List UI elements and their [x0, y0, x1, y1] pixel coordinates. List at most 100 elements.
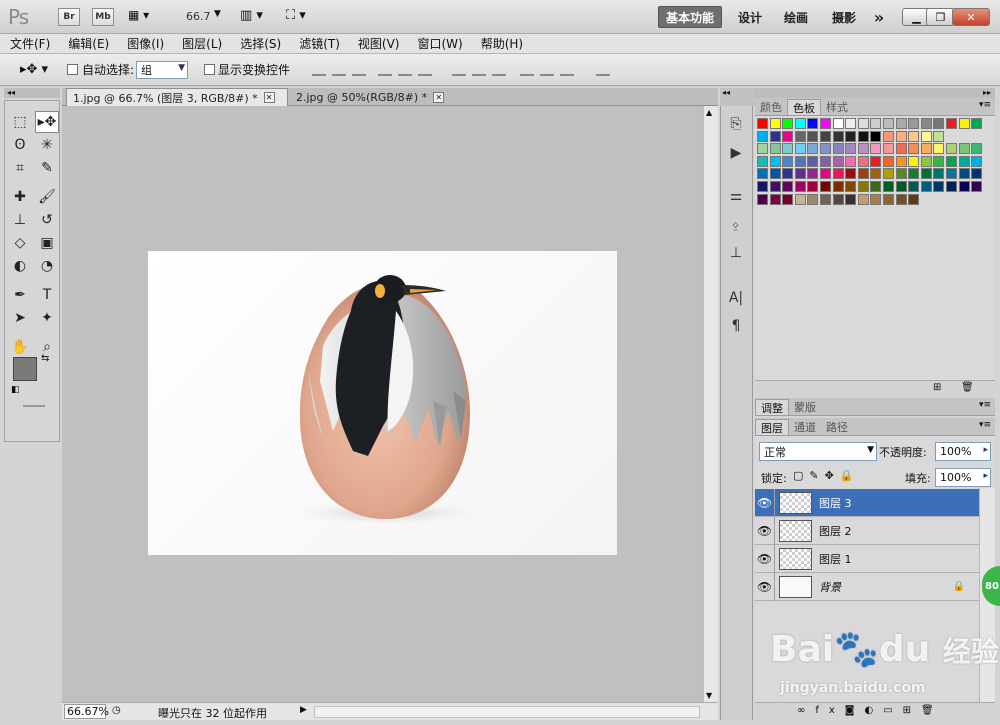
align-bottom-icon[interactable]: [352, 62, 366, 76]
color-swatch[interactable]: [933, 130, 945, 142]
color-swatch[interactable]: [971, 181, 983, 192]
color-swatch[interactable]: [883, 168, 894, 180]
color-swatch[interactable]: [832, 181, 844, 192]
status-info-icon[interactable]: ◷: [112, 705, 121, 716]
color-swatch[interactable]: [908, 193, 920, 205]
color-swatch[interactable]: [832, 168, 844, 180]
menu-select[interactable]: 选择(S): [232, 35, 289, 52]
brush-presets-icon[interactable]: ⚌: [725, 186, 747, 206]
color-swatch[interactable]: [971, 143, 983, 155]
color-swatch[interactable]: [920, 118, 932, 129]
menu-view[interactable]: 视图(V): [350, 35, 408, 52]
color-swatch[interactable]: [769, 118, 781, 129]
tab-adjustments[interactable]: 调整: [755, 399, 789, 415]
color-swatch[interactable]: [757, 143, 768, 155]
color-swatch[interactable]: [757, 181, 768, 192]
color-swatch[interactable]: [971, 168, 983, 180]
distribute-bottom-icon[interactable]: [492, 62, 506, 76]
restore-button[interactable]: ❐: [926, 8, 955, 26]
menu-layer[interactable]: 图层(L): [174, 35, 230, 52]
align-hcenter-icon[interactable]: [398, 62, 412, 76]
color-swatch[interactable]: [920, 130, 932, 142]
color-swatch[interactable]: [782, 193, 794, 205]
blur-tool-icon[interactable]: ◐: [8, 255, 32, 277]
color-swatch[interactable]: [895, 143, 907, 155]
canvas-horizontal-scrollbar[interactable]: [314, 706, 700, 718]
color-swatch[interactable]: [870, 130, 882, 142]
color-swatch[interactable]: [794, 193, 806, 205]
gradient-tool-icon[interactable]: ▣: [35, 232, 59, 254]
auto-select-dropdown[interactable]: 组 ▼: [136, 61, 188, 79]
tools-panel-header[interactable]: ◂◂: [4, 88, 60, 98]
color-swatch[interactable]: [883, 193, 894, 205]
align-right-icon[interactable]: [418, 62, 432, 76]
distribute-left-icon[interactable]: [520, 62, 534, 76]
color-swatch[interactable]: [933, 118, 945, 129]
tool-presets-icon[interactable]: ⊥: [725, 243, 747, 263]
color-swatch[interactable]: [820, 143, 831, 155]
tab-swatches[interactable]: 色板: [787, 99, 821, 115]
opacity-field[interactable]: 100% ▸: [935, 442, 991, 461]
color-swatch[interactable]: [857, 118, 869, 129]
crop-tool-icon[interactable]: ⌗: [8, 157, 32, 179]
tab-styles[interactable]: 样式: [821, 99, 853, 115]
workspace-design[interactable]: 设计: [730, 6, 770, 28]
panel-menu-icon[interactable]: ▾≡: [979, 420, 991, 430]
distribute-vcenter-icon[interactable]: [472, 62, 486, 76]
layer-name[interactable]: 图层 1: [819, 551, 852, 567]
tab-masks[interactable]: 蒙版: [789, 399, 821, 415]
layer-row-layer1[interactable]: 👁 图层 1: [755, 544, 979, 573]
color-swatch[interactable]: [857, 168, 869, 180]
swap-colors-icon[interactable]: ⇆: [41, 353, 49, 364]
quick-mask-button[interactable]: [23, 405, 45, 407]
color-swatch[interactable]: [883, 155, 894, 167]
character-panel-icon[interactable]: A|: [725, 288, 747, 308]
color-swatch[interactable]: [757, 118, 768, 129]
workspace-photography[interactable]: 摄影: [824, 6, 864, 28]
zoom-dropdown-icon[interactable]: ▼: [214, 9, 221, 19]
eraser-icon[interactable]: ◇: [8, 232, 32, 254]
history-panel-icon[interactable]: ⎘: [725, 114, 747, 134]
tab-document-2[interactable]: 2.jpg @ 50%(RGB/8#) * ✕: [290, 88, 452, 106]
color-swatch[interactable]: [895, 118, 907, 129]
workspace-essentials[interactable]: 基本功能: [658, 6, 722, 28]
color-swatch[interactable]: [908, 181, 920, 192]
color-swatch[interactable]: [946, 181, 957, 192]
color-swatch[interactable]: [807, 155, 819, 167]
layer-row-layer2[interactable]: 👁 图层 2: [755, 516, 979, 545]
color-swatch[interactable]: [832, 155, 844, 167]
color-swatch[interactable]: [807, 130, 819, 142]
image-canvas[interactable]: [148, 251, 617, 555]
status-zoom-field[interactable]: 66.67%: [64, 704, 109, 719]
color-swatch[interactable]: [933, 155, 945, 167]
color-swatch[interactable]: [782, 168, 794, 180]
tab-channels[interactable]: 通道: [789, 419, 821, 435]
type-tool-icon[interactable]: T: [35, 284, 59, 306]
auto-align-layers-icon[interactable]: [596, 62, 610, 76]
color-swatch[interactable]: [832, 193, 844, 205]
panel-menu-icon[interactable]: ▾≡: [979, 100, 991, 110]
color-swatch[interactable]: [845, 155, 857, 167]
menu-file[interactable]: 文件(F): [2, 35, 58, 52]
align-top-icon[interactable]: [312, 62, 326, 76]
magic-wand-icon[interactable]: ✳: [35, 134, 59, 156]
color-swatch[interactable]: [820, 168, 831, 180]
color-swatch[interactable]: [782, 118, 794, 129]
color-swatch[interactable]: [971, 155, 983, 167]
color-swatch[interactable]: [946, 168, 957, 180]
close-icon[interactable]: ✕: [433, 91, 445, 103]
close-icon[interactable]: ✕: [263, 92, 275, 103]
color-swatch[interactable]: [895, 168, 907, 180]
color-swatch[interactable]: [769, 155, 781, 167]
color-swatch[interactable]: [820, 181, 831, 192]
layer-name[interactable]: 图层 3: [819, 495, 852, 511]
color-swatch[interactable]: [757, 193, 768, 205]
tab-layers[interactable]: 图层: [755, 419, 789, 435]
color-swatch[interactable]: [933, 143, 945, 155]
menu-edit[interactable]: 编辑(E): [60, 35, 117, 52]
menu-help[interactable]: 帮助(H): [473, 35, 531, 52]
actions-panel-icon[interactable]: ▶: [725, 143, 747, 163]
clone-source-icon[interactable]: ⍚: [725, 214, 747, 234]
eye-icon[interactable]: 👁: [755, 544, 775, 573]
color-swatch[interactable]: [782, 130, 794, 142]
